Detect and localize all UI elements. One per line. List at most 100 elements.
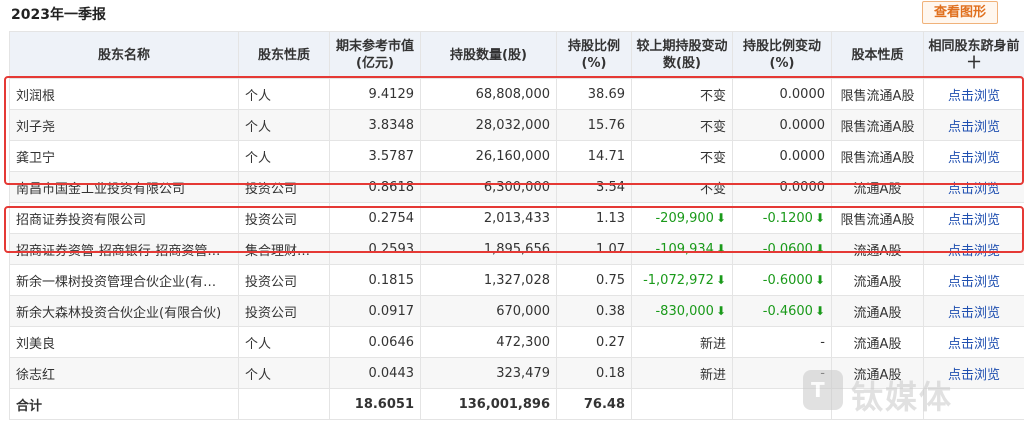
same-holder-cell: 点击浏览 xyxy=(923,233,1024,265)
market-value: 0.0917 xyxy=(329,295,421,327)
share-kind: 流通A股 xyxy=(831,171,924,203)
watermark-logo: T xyxy=(803,370,843,410)
same-holder-cell: 点击浏览 xyxy=(923,109,1024,141)
browse-link[interactable]: 点击浏览 xyxy=(948,275,1000,290)
ratio-change: 0.0000 xyxy=(732,140,832,172)
holder-type: 投资公司 xyxy=(238,264,330,296)
share-kind: 限售流通A股 xyxy=(831,78,924,110)
section-header: 2023年一季报 查看图形 xyxy=(0,0,1024,27)
share-count: 2,013,433 xyxy=(420,202,557,234)
holder-name: 徐志红 xyxy=(9,357,239,389)
same-holder-cell: 点击浏览 xyxy=(923,140,1024,172)
down-arrow-icon: ⬇ xyxy=(814,272,825,287)
down-arrow-icon: ⬇ xyxy=(814,241,825,256)
share-kind: 限售流通A股 xyxy=(831,140,924,172)
same-holder-cell: 点击浏览 xyxy=(923,326,1024,358)
col-header-type: 股东性质 xyxy=(238,31,330,79)
holding-ratio: 0.18 xyxy=(556,357,632,389)
down-arrow-icon: ⬇ xyxy=(715,303,726,318)
ratio-change-value: 0.0000 xyxy=(779,148,826,164)
holding-ratio: 3.54 xyxy=(556,171,632,203)
total-shares: 136,001,896 xyxy=(420,388,557,420)
table-row: 新余一棵树投资管理合伙企业(有… 投资公司 0.1815 1,327,028 0.75-… xyxy=(9,264,1024,296)
browse-link[interactable]: 点击浏览 xyxy=(948,213,1000,228)
down-arrow-icon: ⬇ xyxy=(814,210,825,225)
holder-type: 个人 xyxy=(238,78,330,110)
share-kind: 限售流通A股 xyxy=(831,202,924,234)
share-count: 472,300 xyxy=(420,326,557,358)
browse-link[interactable]: 点击浏览 xyxy=(948,306,1000,321)
share-kind: 流通A股 xyxy=(831,326,924,358)
share-count: 1,895,656 xyxy=(420,233,557,265)
browse-link[interactable]: 点击浏览 xyxy=(948,89,1000,104)
ratio-change-value: -0.4600 xyxy=(762,303,813,319)
ratio-change-value: -0.6000 xyxy=(762,272,813,288)
share-change: 新进 xyxy=(631,326,733,358)
holding-ratio: 15.76 xyxy=(556,109,632,141)
share-change-value: 不变 xyxy=(699,119,726,135)
browse-link[interactable]: 点击浏览 xyxy=(948,151,1000,166)
col-header-same-holder: 相同股东跻身前十 xyxy=(923,31,1024,79)
holder-name: 龚卫宁 xyxy=(9,140,239,172)
col-header-change-pct: 持股比例变动(%) xyxy=(732,31,832,79)
holding-ratio: 0.38 xyxy=(556,295,632,327)
share-count: 6,300,000 xyxy=(420,171,557,203)
share-count: 323,479 xyxy=(420,357,557,389)
share-change: -1,072,972 ⬇ xyxy=(631,264,733,296)
holder-name: 招商证券投资有限公司 xyxy=(9,202,239,234)
table-row: 刘子尧 个人 3.8348 28,032,000 15.76 不变 0.0000 限售流通A股… xyxy=(9,109,1024,141)
ratio-change: 0.0000 xyxy=(732,171,832,203)
col-header-ratio: 持股比例(%) xyxy=(556,31,632,79)
browse-link[interactable]: 点击浏览 xyxy=(948,182,1000,197)
holder-type: 投资公司 xyxy=(238,295,330,327)
share-change-value: 新进 xyxy=(699,367,726,383)
table-row: 招商证券资管-招商银行-招商资管… 集合理财… 0.2593 1,895,656 1.0… xyxy=(9,233,1024,265)
holder-name: 新余大森林投资合伙企业(有限合伙) xyxy=(9,295,239,327)
holder-type: 个人 xyxy=(238,140,330,172)
share-change-value: -209,900 xyxy=(655,210,714,226)
share-count: 670,000 xyxy=(420,295,557,327)
holder-type: 投资公司 xyxy=(238,171,330,203)
market-value: 0.1815 xyxy=(329,264,421,296)
ratio-change-value: 0.0000 xyxy=(779,117,826,133)
holding-ratio: 14.71 xyxy=(556,140,632,172)
market-value: 0.0443 xyxy=(329,357,421,389)
col-header-kind: 股本性质 xyxy=(831,31,924,79)
share-change-value: 不变 xyxy=(699,88,726,104)
total-market-value: 18.6051 xyxy=(329,388,421,420)
col-header-change: 较上期持股变动数(股) xyxy=(631,31,733,79)
holder-name: 刘美良 xyxy=(9,326,239,358)
share-change-value: 不变 xyxy=(699,150,726,166)
share-change-value: 新进 xyxy=(699,336,726,352)
ratio-change: -0.0600 ⬇ xyxy=(732,233,832,265)
ratio-change: 0.0000 xyxy=(732,78,832,110)
ratio-change-value: - xyxy=(820,334,825,350)
same-holder-cell: 点击浏览 xyxy=(923,202,1024,234)
share-change: 不变 xyxy=(631,140,733,172)
share-change: -830,000 ⬇ xyxy=(631,295,733,327)
browse-link[interactable]: 点击浏览 xyxy=(948,120,1000,135)
browse-link[interactable]: 点击浏览 xyxy=(948,337,1000,352)
col-header-name: 股东名称 xyxy=(9,31,239,79)
browse-link[interactable]: 点击浏览 xyxy=(948,244,1000,259)
holder-name: 南昌市国金工业投资有限公司 xyxy=(9,171,239,203)
total-label: 合计 xyxy=(9,388,239,420)
table-row: 刘美良 个人 0.0646 472,300 0.27 新进 - 流通A股 点击浏览 xyxy=(9,326,1024,358)
share-count: 68,808,000 xyxy=(420,78,557,110)
holder-name: 招商证券资管-招商银行-招商资管… xyxy=(9,233,239,265)
share-change-value: -109,934 xyxy=(655,241,714,257)
holder-name: 刘润根 xyxy=(9,78,239,110)
view-chart-button[interactable]: 查看图形 xyxy=(922,1,998,24)
share-change-value: 不变 xyxy=(699,181,726,197)
share-change: 不变 xyxy=(631,171,733,203)
market-value: 9.4129 xyxy=(329,78,421,110)
holding-ratio: 1.07 xyxy=(556,233,632,265)
watermark-text: 钛媒体 xyxy=(851,378,954,416)
share-change: 不变 xyxy=(631,78,733,110)
market-value: 3.5787 xyxy=(329,140,421,172)
market-value: 0.8618 xyxy=(329,171,421,203)
share-count: 28,032,000 xyxy=(420,109,557,141)
holder-type: 个人 xyxy=(238,326,330,358)
holder-type: 集合理财… xyxy=(238,233,330,265)
share-kind: 限售流通A股 xyxy=(831,109,924,141)
